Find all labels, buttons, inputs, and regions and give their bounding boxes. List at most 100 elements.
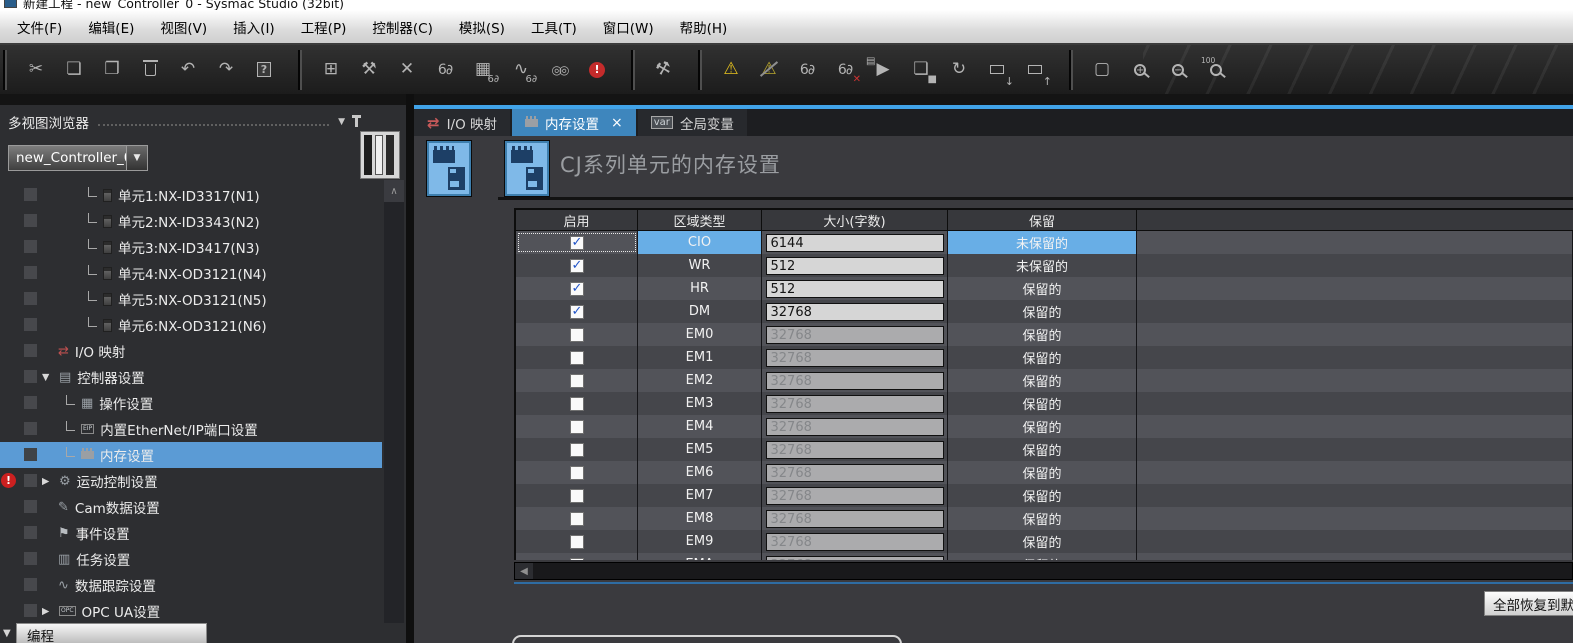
enable-cell[interactable] (516, 438, 638, 461)
retain-cell[interactable]: 保留的 (948, 392, 1137, 415)
collapse-triangle-icon[interactable]: ▼ (3, 628, 11, 639)
enable-cell[interactable] (516, 254, 638, 277)
area-type-cell[interactable]: EMA (638, 553, 762, 560)
enable-checkbox[interactable] (570, 259, 584, 273)
retain-cell[interactable]: 保留的 (948, 277, 1137, 300)
enable-checkbox[interactable] (570, 489, 584, 503)
enable-checkbox[interactable] (570, 305, 584, 319)
enable-checkbox[interactable] (570, 374, 584, 388)
scroll-up-button[interactable]: ∧ (384, 180, 404, 202)
enable-checkbox[interactable] (570, 535, 584, 549)
tree-item-unit6[interactable]: 单元6:NX-OD3121(N6) (0, 312, 382, 338)
watch-window-icon[interactable]: 6∂ (432, 57, 458, 83)
enable-checkbox[interactable] (570, 512, 584, 526)
enable-checkbox[interactable] (570, 397, 584, 411)
enable-cell[interactable] (516, 300, 638, 323)
run-mode-icon[interactable]: ▶▤ (870, 57, 896, 83)
table-horizontal-scrollbar[interactable]: ◀ (514, 562, 1573, 580)
menu-p[interactable]: 工程(P) (288, 12, 360, 42)
size-input[interactable]: 512 (766, 257, 944, 275)
tree-item-ethernet-ip-port[interactable]: EIP内置EtherNet/IP端口设置 (0, 416, 382, 442)
rebuild-controller-icon[interactable]: ⚒ (651, 57, 677, 83)
enable-cell[interactable] (516, 323, 638, 346)
enable-cell[interactable] (516, 392, 638, 415)
chevron-down-icon[interactable]: ▼ (338, 117, 345, 127)
cut-icon[interactable]: ✂ (23, 57, 49, 83)
retain-cell[interactable]: 保留的 (948, 369, 1137, 392)
troubleshoot-icon[interactable]: ! (584, 57, 610, 83)
enable-checkbox[interactable] (570, 282, 584, 296)
tree-item-motion-control[interactable]: !▶⚙运动控制设置 (0, 468, 382, 494)
enable-cell[interactable] (516, 346, 638, 369)
area-type-cell[interactable]: EM2 (638, 369, 762, 392)
search-icon[interactable]: ◎◎ (546, 57, 572, 83)
enable-cell[interactable] (516, 530, 638, 553)
enable-checkbox[interactable] (570, 443, 584, 457)
enable-cell[interactable] (516, 231, 638, 254)
zoom-100-icon[interactable]: 100 (1203, 57, 1229, 83)
delete-icon[interactable] (137, 57, 163, 83)
tree-item-task-settings[interactable]: ▥任务设置 (0, 546, 382, 572)
enable-checkbox[interactable] (570, 558, 584, 561)
help-icon[interactable]: ? (251, 57, 277, 83)
retain-cell[interactable]: 未保留的 (948, 254, 1137, 277)
transfer-from-controller-icon[interactable]: ↑ (1022, 57, 1048, 83)
tab-io-map[interactable]: ⇄I/O 映射 (414, 109, 510, 136)
menu-f[interactable]: 文件(F) (4, 12, 75, 42)
area-type-cell[interactable]: EM0 (638, 323, 762, 346)
panel-splitter[interactable] (406, 94, 414, 643)
expand-down-icon[interactable]: ▼ (42, 372, 53, 383)
retain-cell[interactable]: 保留的 (948, 530, 1137, 553)
monitor-icon[interactable]: 6∂ (794, 57, 820, 83)
go-offline-icon[interactable]: ⚠ (756, 57, 782, 83)
area-type-cell[interactable]: CIO (638, 231, 762, 254)
zoom-in-icon[interactable]: + (1127, 57, 1153, 83)
zoom-out-icon[interactable]: − (1165, 57, 1191, 83)
size-input[interactable]: 512 (766, 280, 944, 298)
tree-item-cam-data[interactable]: ✎Cam数据设置 (0, 494, 382, 520)
retain-cell[interactable]: 未保留的 (948, 231, 1137, 254)
new-window-icon[interactable]: ⊞ (318, 57, 344, 83)
undo-icon[interactable]: ↶ (175, 57, 201, 83)
paste-icon[interactable]: ❐ (99, 57, 125, 83)
menu-v[interactable]: 视图(V) (147, 12, 220, 42)
tree-scrollbar[interactable]: ∧ (384, 180, 404, 623)
area-type-cell[interactable]: HR (638, 277, 762, 300)
enable-checkbox[interactable] (570, 236, 584, 250)
tree-item-unit5[interactable]: 单元5:NX-OD3121(N5) (0, 286, 382, 312)
tab-global-variables[interactable]: var全局变量 (638, 109, 747, 136)
retain-cell[interactable]: 保留的 (948, 415, 1137, 438)
enable-cell[interactable] (516, 507, 638, 530)
retain-cell[interactable]: 保留的 (948, 507, 1137, 530)
program-mode-icon[interactable]: ❏■ (908, 57, 934, 83)
retain-cell[interactable]: 保留的 (948, 346, 1137, 369)
close-icon[interactable]: × (611, 115, 623, 131)
tree-item-unit2[interactable]: 单元2:NX-ID3343(N2) (0, 208, 382, 234)
enable-cell[interactable] (516, 484, 638, 507)
restore-all-defaults-button[interactable]: 全部恢复到默 (1484, 591, 1573, 616)
enable-cell[interactable] (516, 553, 638, 560)
tree-item-operation-settings[interactable]: ▦操作设置 (0, 390, 382, 416)
menu-t[interactable]: 工具(T) (518, 12, 590, 42)
abort-build-icon[interactable]: ✕ (394, 57, 420, 83)
expand-right-icon[interactable]: ▶ (42, 476, 53, 487)
area-type-cell[interactable]: EM5 (638, 438, 762, 461)
retain-cell[interactable]: 保留的 (948, 438, 1137, 461)
chevron-down-icon[interactable]: ▼ (126, 146, 147, 170)
programming-section-header[interactable]: 编程 (16, 623, 207, 643)
menu-h[interactable]: 帮助(H) (667, 12, 741, 42)
size-input[interactable]: 32768 (766, 303, 944, 321)
enable-checkbox[interactable] (570, 351, 584, 365)
transfer-to-controller-icon[interactable]: ↓ (984, 57, 1010, 83)
area-type-cell[interactable]: WR (638, 254, 762, 277)
retain-cell[interactable]: 保留的 (948, 484, 1137, 507)
tree-item-opc-ua[interactable]: ▶OPCOPC UA设置 (0, 598, 382, 624)
tree-item-data-trace[interactable]: ∿数据跟踪设置 (0, 572, 382, 598)
synchronize-icon[interactable]: ↻ (946, 57, 972, 83)
area-type-cell[interactable]: EM6 (638, 461, 762, 484)
waveform-watch-icon[interactable]: ∿6∂ (508, 57, 534, 83)
enable-checkbox[interactable] (570, 328, 584, 342)
stop-monitor-icon[interactable]: 6∂✕ (832, 57, 858, 83)
area-type-cell[interactable]: EM8 (638, 507, 762, 530)
enable-cell[interactable] (516, 415, 638, 438)
